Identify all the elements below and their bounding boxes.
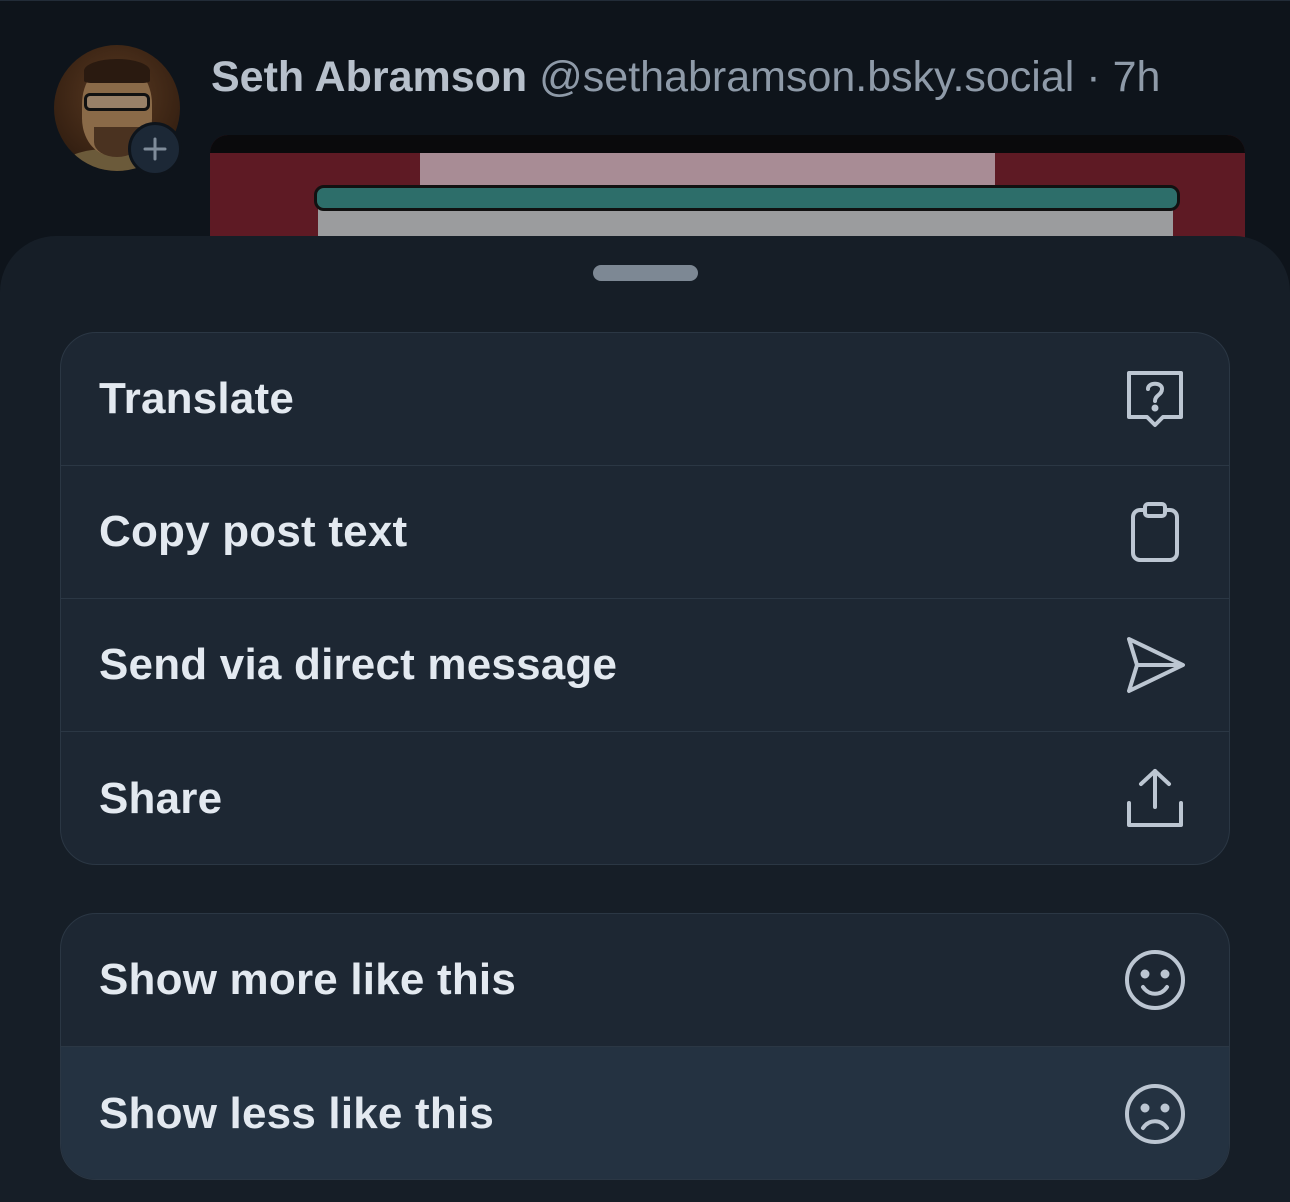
menu-item-share[interactable]: Share (61, 732, 1229, 864)
menu-item-copy-post-text[interactable]: Copy post text (61, 466, 1229, 599)
menu-group-primary: Translate Copy post text Send via direct… (60, 332, 1230, 865)
menu-item-label: Send via direct message (99, 640, 618, 689)
menu-item-show-less[interactable]: Show less like this (61, 1047, 1229, 1179)
menu-item-label: Copy post text (99, 507, 408, 556)
menu-item-label: Translate (99, 374, 295, 423)
header-separator: · (1074, 53, 1113, 101)
smile-icon (1123, 948, 1187, 1012)
author-name[interactable]: Seth Abramson (211, 53, 527, 101)
menu-item-label: Share (99, 773, 223, 823)
image-bar (314, 185, 1180, 211)
frown-icon (1123, 1082, 1187, 1146)
menu-item-show-more[interactable]: Show more like this (61, 914, 1229, 1047)
menu-item-translate[interactable]: Translate (61, 333, 1229, 466)
menu-item-label: Show less like this (99, 1088, 495, 1138)
post-options-sheet: Translate Copy post text Send via direct… (0, 236, 1290, 1202)
plus-icon (143, 137, 167, 161)
post-time[interactable]: 7h (1113, 53, 1161, 101)
sheet-drag-handle[interactable] (593, 265, 698, 281)
follow-button[interactable] (128, 122, 182, 176)
image-dark-band (210, 135, 1245, 153)
avatar-hair (84, 59, 150, 83)
avatar-glasses (84, 93, 150, 111)
menu-item-send-dm[interactable]: Send via direct message (61, 599, 1229, 732)
translate-icon (1123, 367, 1187, 431)
author-handle[interactable]: @sethabramson.bsky.social (539, 53, 1074, 101)
menu-group-feedback: Show more like this Show less like this (60, 913, 1230, 1180)
menu-item-label: Show more like this (99, 955, 517, 1004)
clipboard-icon (1123, 500, 1187, 564)
share-icon (1123, 767, 1187, 831)
send-icon (1123, 633, 1187, 697)
post-header: Seth Abramson @sethabramson.bsky.social … (211, 51, 1160, 103)
